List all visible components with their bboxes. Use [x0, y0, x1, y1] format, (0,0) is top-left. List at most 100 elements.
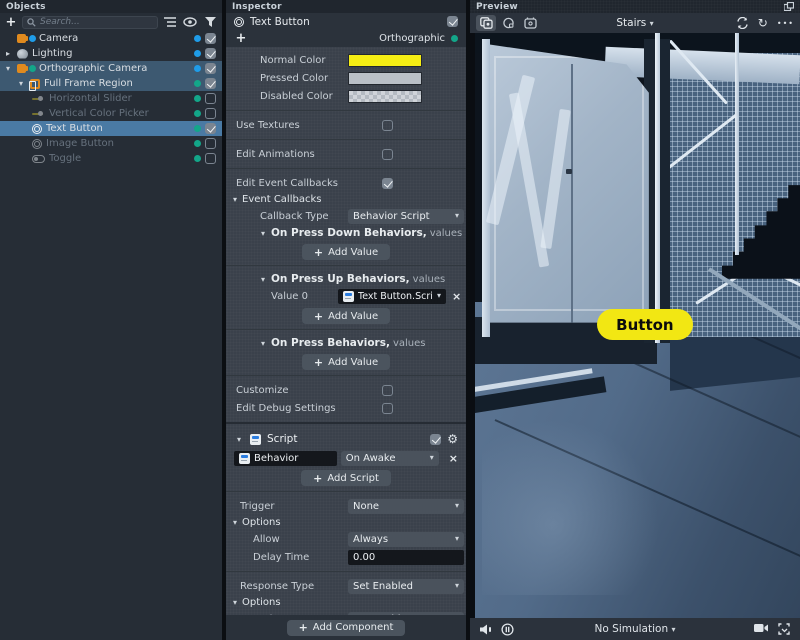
tree-item-toggle[interactable]: Toggle: [0, 151, 222, 166]
edit-debug-checkbox[interactable]: [382, 403, 393, 414]
enabled-checkbox[interactable]: [205, 138, 216, 149]
response-type-value: Set Enabled: [353, 581, 413, 592]
delay-time-input[interactable]: 0.00: [348, 550, 464, 565]
enabled-checkbox[interactable]: [205, 63, 216, 74]
add-script-label: Add Script: [327, 473, 379, 484]
script-icon: [343, 291, 354, 302]
tree-item-horizontal-slider[interactable]: Horizontal Slider: [0, 91, 222, 106]
tree-item-text-button[interactable]: Text Button: [0, 121, 222, 136]
edit-animations-checkbox[interactable]: [382, 149, 393, 160]
gear-icon[interactable]: ⚙: [447, 433, 458, 445]
simulation-value: No Simulation: [595, 623, 669, 635]
chevron-down-icon: ▾: [671, 625, 675, 634]
add-value-button[interactable]: + Add Value: [302, 308, 390, 324]
event-callbacks-group[interactable]: ▾ Event Callbacks: [226, 192, 466, 207]
chevron-down-icon: ▾: [430, 454, 434, 462]
projection-label: Orthographic: [379, 33, 445, 44]
add-component-button[interactable]: + Add Component: [287, 620, 406, 636]
popout-window-icon[interactable]: [784, 2, 794, 11]
response-type-dropdown[interactable]: Set Enabled ▾: [348, 579, 464, 594]
reset-preview-icon[interactable]: ↻: [758, 16, 768, 30]
gate-lock: [566, 169, 572, 174]
tree-item-label: Full Frame Region: [44, 78, 190, 89]
add-value-button[interactable]: + Add Value: [302, 354, 390, 370]
fence-post: [655, 33, 660, 343]
record-video-icon[interactable]: [754, 623, 769, 635]
press-down-behaviors-section[interactable]: ▾ On Press Down Behaviors, values: [226, 225, 466, 241]
add-component-label: Add Component: [313, 622, 394, 633]
callback-type-dropdown[interactable]: Behavior Script ▾: [348, 209, 464, 224]
normal-color-label: Normal Color: [236, 55, 348, 66]
tree-item-label: Image Button: [46, 138, 190, 149]
collapse-chevron-icon: ▾: [230, 195, 240, 204]
customize-checkbox[interactable]: [382, 385, 393, 396]
filter-icon[interactable]: [202, 16, 218, 29]
collapse-chevron-icon[interactable]: ▾: [3, 64, 13, 73]
tree-item-image-button[interactable]: Image Button: [0, 136, 222, 151]
inspector-title-label: Inspector: [232, 2, 282, 12]
tree-item-orthographic-camera[interactable]: ▾ Orthographic Camera: [0, 61, 222, 76]
enabled-checkbox[interactable]: [205, 108, 216, 119]
options-group[interactable]: ▾ Options: [226, 515, 466, 530]
reload-lens-icon[interactable]: [736, 17, 749, 29]
add-component-plus-icon[interactable]: +: [234, 32, 248, 45]
add-value-label: Add Value: [328, 357, 378, 368]
tree-item-label: Camera: [39, 33, 190, 44]
trigger-dropdown[interactable]: None ▾: [348, 499, 464, 514]
preview-viewport[interactable]: Button: [470, 33, 800, 618]
value0-script-field[interactable]: Text Button.Script ▾: [338, 289, 446, 304]
snapshot-icon[interactable]: [778, 623, 790, 635]
enabled-checkbox[interactable]: [205, 93, 216, 104]
behavior-script-field[interactable]: Behavior: [234, 451, 337, 466]
pressed-color-swatch[interactable]: [348, 72, 422, 85]
options-group[interactable]: ▾ Options: [226, 595, 466, 610]
collapse-chevron-icon: ▾: [258, 339, 268, 348]
enabled-checkbox[interactable]: [205, 123, 216, 134]
remove-value-button[interactable]: ×: [452, 290, 461, 303]
collapse-chevron-icon[interactable]: ▾: [16, 79, 26, 88]
allow-dropdown[interactable]: Always ▾: [348, 532, 464, 547]
tree-item-label: Vertical Color Picker: [49, 108, 190, 119]
plus-icon: +: [314, 310, 323, 323]
enabled-checkbox[interactable]: [205, 48, 216, 59]
tree-item-lighting[interactable]: ▸ Lighting: [0, 46, 222, 61]
script-section-label: Script: [267, 433, 297, 445]
edit-event-callbacks-checkbox[interactable]: [382, 178, 393, 189]
add-value-label: Add Value: [328, 311, 378, 322]
enabled-checkbox[interactable]: [205, 78, 216, 89]
search-input[interactable]: Search...: [22, 16, 158, 29]
button-icon: [32, 139, 42, 149]
objects-toolbar: + Search...: [0, 13, 222, 31]
tree-item-full-frame-region[interactable]: ▾ Full Frame Region: [0, 76, 222, 91]
script-enabled-checkbox[interactable]: [430, 434, 441, 445]
behavior-event-dropdown[interactable]: On Awake ▾: [341, 451, 439, 466]
lens-button-overlay[interactable]: Button: [597, 309, 693, 340]
add-script-button[interactable]: + Add Script: [301, 470, 391, 486]
more-options-icon[interactable]: •••: [777, 19, 794, 28]
add-object-button[interactable]: +: [4, 16, 18, 29]
entity-enabled-checkbox[interactable]: [447, 16, 458, 27]
collapse-chevron-icon: ▾: [234, 435, 244, 444]
use-textures-label: Use Textures: [236, 120, 348, 131]
collapse-chevron-icon: ▾: [230, 518, 240, 527]
add-value-button[interactable]: + Add Value: [302, 244, 390, 260]
allow-value: Always: [353, 534, 388, 545]
expand-chevron-icon[interactable]: ▸: [3, 49, 13, 58]
normal-color-swatch[interactable]: [348, 54, 422, 67]
preview-title-label: Preview: [476, 2, 518, 12]
pressed-color-label: Pressed Color: [236, 73, 348, 84]
remove-script-button[interactable]: ×: [449, 452, 458, 465]
tree-item-camera[interactable]: Camera: [0, 31, 222, 46]
enabled-checkbox[interactable]: [205, 153, 216, 164]
tree-item-vertical-color-picker[interactable]: Vertical Color Picker: [0, 106, 222, 121]
enabled-checkbox[interactable]: [205, 33, 216, 44]
simulation-dropdown[interactable]: No Simulation ▾: [470, 623, 800, 635]
disabled-color-swatch[interactable]: [348, 90, 422, 103]
scene-selector-value: Stairs: [616, 17, 646, 29]
use-textures-checkbox[interactable]: [382, 120, 393, 131]
visibility-eye-icon[interactable]: [182, 16, 198, 29]
script-component-header[interactable]: ▾ Script ⚙: [226, 429, 466, 449]
press-behaviors-section[interactable]: ▾ On Press Behaviors, values: [226, 335, 466, 351]
hierarchy-view-icon[interactable]: [162, 16, 178, 29]
press-up-behaviors-section[interactable]: ▾ On Press Up Behaviors, values: [226, 271, 466, 287]
